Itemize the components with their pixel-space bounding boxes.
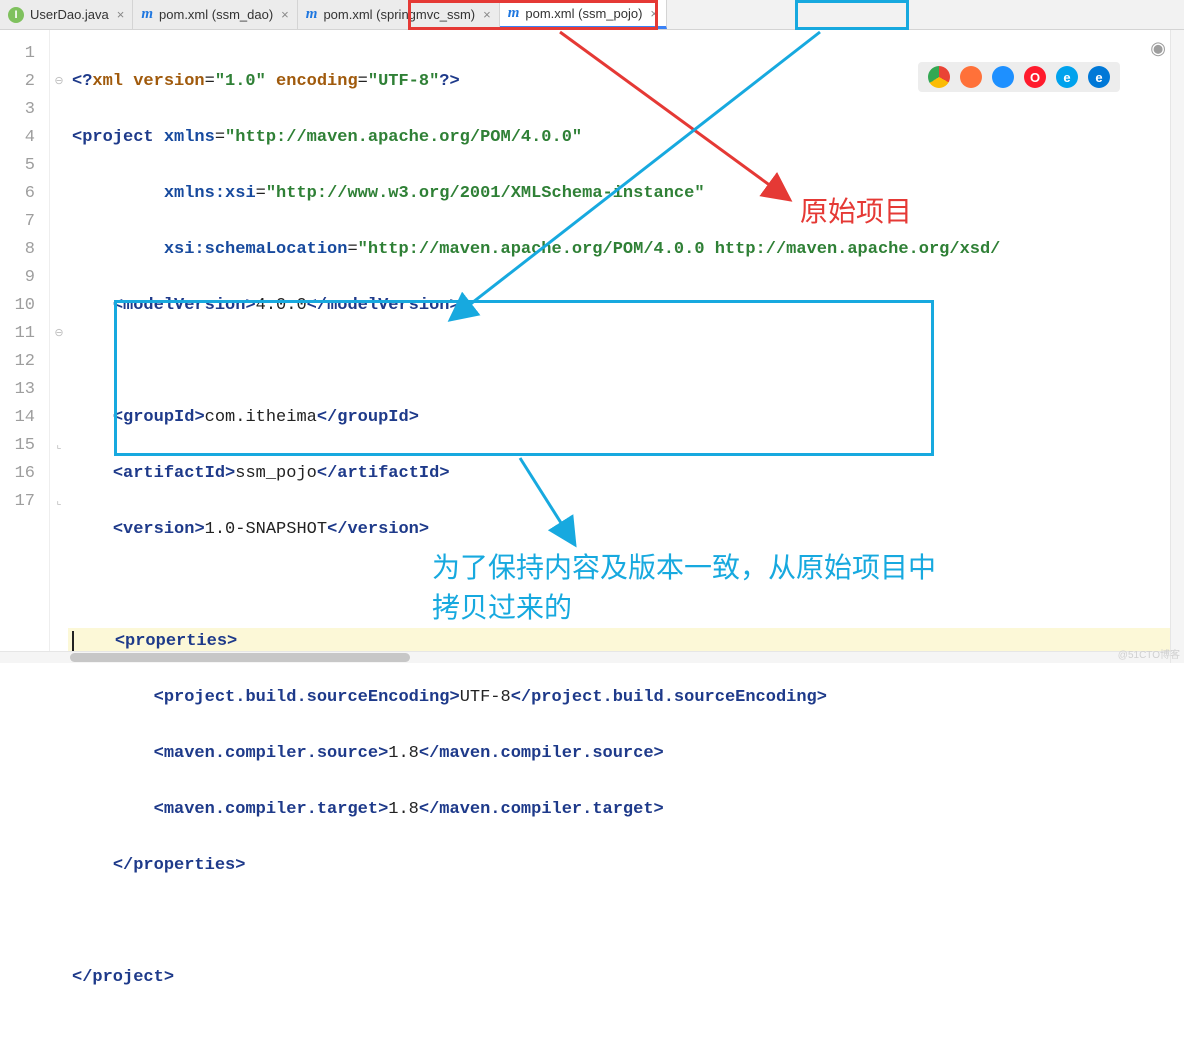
vertical-scrollbar[interactable] (1170, 30, 1184, 663)
tab-label: UserDao.java (30, 7, 109, 22)
close-icon[interactable]: × (650, 6, 658, 21)
safari-icon[interactable] (992, 66, 1014, 88)
watermark: @51CTO博客 (1118, 646, 1180, 661)
tab-userdao[interactable]: I UserDao.java × (0, 0, 133, 29)
annotation-blue-text: 为了保持内容及版本一致，从原始项目中 拷贝过来的 (432, 548, 936, 628)
tab-label: pom.xml (ssm_pojo) (525, 6, 642, 21)
opera-icon[interactable]: O (1024, 66, 1046, 88)
tab-pom-ssmdao[interactable]: m pom.xml (ssm_dao) × (133, 0, 297, 29)
java-file-icon: I (8, 7, 24, 23)
text-caret (72, 631, 74, 651)
tab-pom-ssmpojo[interactable]: m pom.xml (ssm_pojo) × (500, 0, 667, 29)
horizontal-scrollbar[interactable] (0, 651, 1170, 663)
ie-icon[interactable]: e (1056, 66, 1078, 88)
tab-label: pom.xml (springmvc_ssm) (323, 7, 475, 22)
maven-file-icon: m (306, 6, 318, 23)
maven-file-icon: m (141, 6, 153, 23)
edge-icon[interactable]: e (1088, 66, 1110, 88)
maven-file-icon: m (508, 5, 520, 22)
tab-label: pom.xml (ssm_dao) (159, 7, 273, 22)
close-icon[interactable]: × (117, 7, 125, 22)
scrollbar-thumb[interactable] (70, 653, 410, 662)
annotation-red-text: 原始项目 (800, 190, 912, 230)
chrome-icon[interactable] (928, 66, 950, 88)
close-icon[interactable]: × (483, 7, 491, 22)
browser-icons-toolbar: O e e (918, 62, 1120, 92)
close-icon[interactable]: × (281, 7, 289, 22)
tab-pom-springmvc[interactable]: m pom.xml (springmvc_ssm) × (298, 0, 500, 29)
reader-mode-icon[interactable]: ◉ (1150, 38, 1166, 59)
fold-column: ⊖ ⊖⌞⌞ (50, 30, 68, 663)
firefox-icon[interactable] (960, 66, 982, 88)
line-number-gutter: 123 456 789 101112 131415 1617 (0, 30, 50, 663)
editor-tabbar: I UserDao.java × m pom.xml (ssm_dao) × m… (0, 0, 1184, 30)
